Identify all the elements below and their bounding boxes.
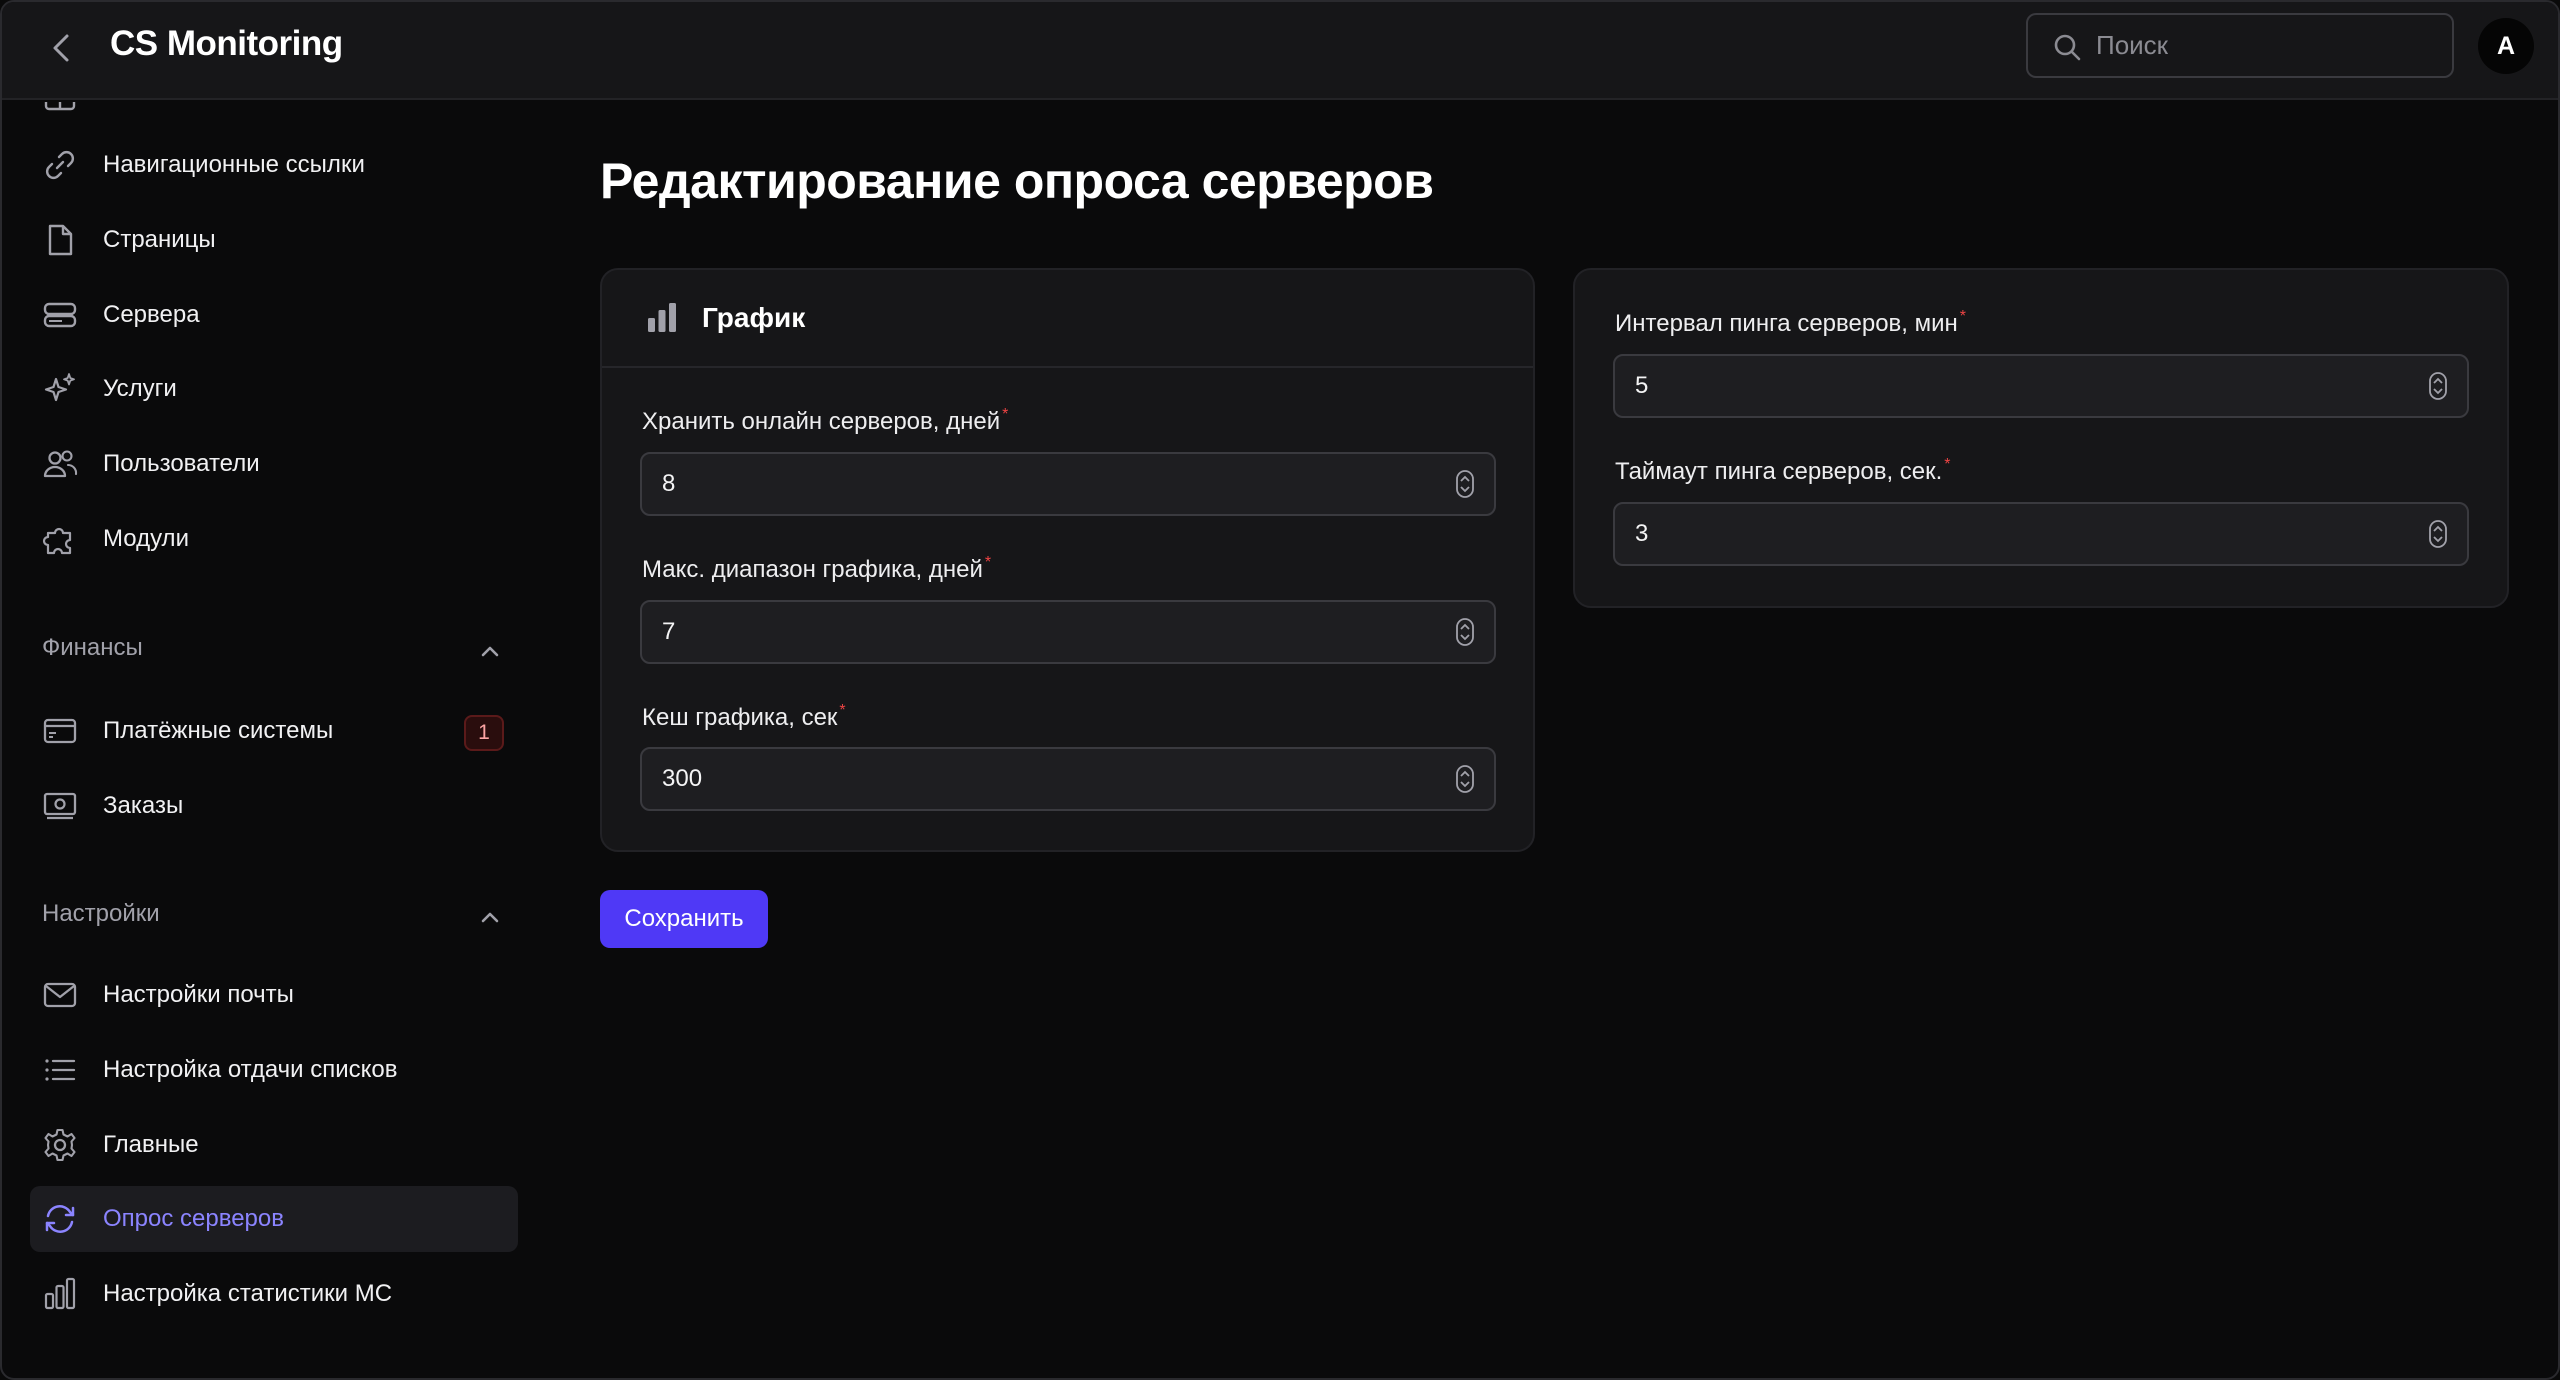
required-mark: * <box>839 702 846 719</box>
stepper-icon[interactable] <box>1456 618 1474 646</box>
sidebar-item-servers[interactable]: Сервера <box>30 282 518 348</box>
required-mark: * <box>1959 308 1967 325</box>
top-bar: CS Monitoring A <box>2 2 2558 100</box>
chart-cache-sec-input[interactable] <box>662 749 1434 809</box>
label-text: Кеш графика, сек <box>642 704 838 731</box>
max-range-days-input[interactable] <box>662 602 1434 662</box>
required-mark: * <box>1944 456 1951 473</box>
field-label-store-online: Хранить онлайн серверов, дней * <box>642 406 1009 436</box>
server-icon <box>43 302 77 328</box>
ping-interval-input[interactable] <box>1635 356 2407 416</box>
save-button[interactable]: Сохранить <box>600 890 768 948</box>
stepper-icon[interactable] <box>2429 372 2447 400</box>
field-label-ping-interval: Интервал пинга серверов, мин * <box>1615 308 1967 338</box>
sidebar-item-label: Навигационные ссылки <box>103 151 365 178</box>
grid-icon <box>44 102 76 111</box>
card-title: График <box>702 302 806 333</box>
sidebar-item-label: Модули <box>103 525 189 552</box>
field-label-max-range: Макс. диапазон графика, дней * <box>642 554 992 584</box>
group-header-settings[interactable]: Настройки <box>42 900 502 940</box>
sidebar-item-orders[interactable]: Заказы <box>30 773 518 839</box>
search-input[interactable] <box>2096 15 2436 76</box>
banknote-icon <box>43 792 77 820</box>
sidebar-item-label: Настройки почты <box>103 981 294 1008</box>
card-header: График <box>602 270 1533 368</box>
notification-badge: 1 <box>464 715 504 751</box>
sidebar-item-mail-settings[interactable]: Настройки почты <box>30 962 518 1028</box>
users-icon <box>43 450 78 478</box>
puzzle-icon <box>42 527 72 555</box>
sidebar: Навигационные ссылки Страницы Сервера Ус… <box>2 102 542 1378</box>
store-online-days-input[interactable] <box>662 454 1434 514</box>
sidebar-item-services[interactable]: Услуги <box>30 356 518 422</box>
sidebar-item-ms-stats[interactable]: Настройка статистики МС <box>30 1261 518 1327</box>
chart-cache-sec-field[interactable] <box>640 747 1496 811</box>
sidebar-item-modules[interactable]: Модули <box>30 506 518 572</box>
sidebar-item-payment-systems[interactable]: Платёжные системы 1 <box>30 698 518 764</box>
avatar[interactable]: A <box>2478 18 2534 74</box>
gear-icon <box>44 1128 76 1162</box>
signal-bars-icon <box>648 303 676 332</box>
sidebar-item-list-output[interactable]: Настройка отдачи списков <box>30 1037 518 1103</box>
app-window: CS Monitoring A Навигационны <box>0 0 2560 1380</box>
sidebar-item-pages[interactable]: Страницы <box>30 207 518 273</box>
label-text: Макс. диапазон графика, дней <box>642 556 983 583</box>
sidebar-item-server-polling[interactable]: Опрос серверов <box>30 1186 518 1252</box>
credit-card-icon <box>43 718 77 744</box>
group-header-finance[interactable]: Финансы <box>42 634 502 674</box>
ping-settings-card: Интервал пинга серверов, мин* Таймаут пи… <box>1573 268 2509 608</box>
chevron-up-icon <box>481 646 499 657</box>
label-text: Хранить онлайн серверов, дней <box>642 408 1001 435</box>
sidebar-item-label: Настройка отдачи списков <box>103 1056 398 1083</box>
stepper-icon[interactable] <box>1456 470 1474 498</box>
sidebar-item-label: Услуги <box>103 375 177 402</box>
sidebar-item-partial[interactable] <box>30 102 518 130</box>
envelope-icon <box>43 982 77 1008</box>
ping-interval-field[interactable] <box>1613 354 2469 418</box>
back-button[interactable] <box>42 28 82 68</box>
sidebar-item-label: Страницы <box>103 226 216 253</box>
sidebar-item-general[interactable]: Главные <box>30 1112 518 1178</box>
stepper-icon[interactable] <box>2429 520 2447 548</box>
chart-settings-card: График Хранить онлайн серверов, дней* Ма… <box>600 268 1535 852</box>
document-icon <box>48 224 73 256</box>
required-mark: * <box>1002 406 1009 423</box>
sidebar-item-label: Заказы <box>103 792 184 819</box>
field-label-chart-cache: Кеш графика, сек * <box>642 702 846 732</box>
stepper-icon[interactable] <box>1456 765 1474 793</box>
link-icon <box>46 151 74 179</box>
bar-chart-icon <box>44 1277 76 1310</box>
store-online-days-field[interactable] <box>640 452 1496 516</box>
chevron-left-icon <box>53 34 69 62</box>
group-title: Финансы <box>42 634 143 661</box>
label-text: Таймаут пинга серверов, сек. <box>1615 458 1943 485</box>
list-icon <box>45 1059 76 1081</box>
group-title: Настройки <box>42 900 160 927</box>
search-icon <box>2054 34 2081 61</box>
sidebar-item-label: Настройка статистики МС <box>103 1280 393 1307</box>
chevron-up-icon <box>481 912 499 923</box>
sidebar-item-nav-links[interactable]: Навигационные ссылки <box>30 132 518 198</box>
app-title: CS Monitoring <box>110 24 343 63</box>
sidebar-item-label: Сервера <box>103 301 200 328</box>
ping-timeout-input[interactable] <box>1635 504 2407 564</box>
ping-timeout-field[interactable] <box>1613 502 2469 566</box>
field-label-ping-timeout: Таймаут пинга серверов, сек. * <box>1615 456 1951 486</box>
sidebar-item-label: Платёжные системы <box>103 717 334 744</box>
page-title: Редактирование опроса серверов <box>600 153 1434 209</box>
required-mark: * <box>984 554 992 571</box>
sidebar-item-label: Пользователи <box>103 450 260 477</box>
sparkles-icon <box>44 373 75 402</box>
search-box[interactable] <box>2026 13 2454 78</box>
sidebar-item-label: Главные <box>103 1131 199 1158</box>
sidebar-item-users[interactable]: Пользователи <box>30 431 518 497</box>
max-range-days-field[interactable] <box>640 600 1496 664</box>
sidebar-item-label: Опрос серверов <box>103 1205 284 1232</box>
label-text: Интервал пинга серверов, мин <box>1615 310 1958 337</box>
refresh-icon <box>45 1205 75 1233</box>
